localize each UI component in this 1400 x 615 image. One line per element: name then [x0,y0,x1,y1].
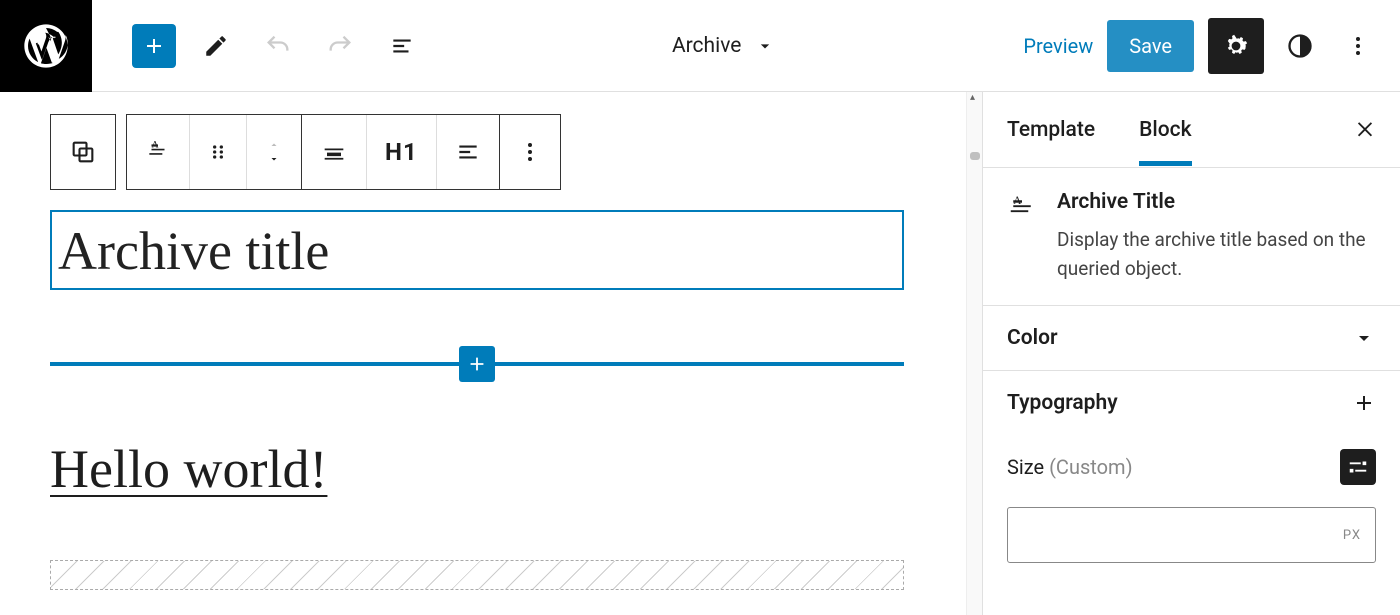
overlap-squares-icon [69,138,97,166]
close-icon [1354,117,1376,139]
more-menu-button[interactable] [1336,24,1380,68]
plus-icon [466,353,488,375]
plus-icon [1352,391,1376,415]
settings-sidebar: Template Block A Archive Title Display t… [982,92,1400,615]
redo-icon [326,32,354,60]
size-custom-input[interactable]: PX [1007,507,1376,563]
preview-button[interactable]: Preview [1023,34,1093,58]
drag-handle-icon [208,142,228,162]
undo-icon [264,32,292,60]
top-toolbar: Archive Preview Save [0,0,1400,92]
chevron-down-icon [265,153,283,165]
add-block-button[interactable] [132,24,176,68]
block-inserter-line[interactable] [50,362,904,366]
block-type-button[interactable]: A [127,115,189,189]
wordpress-icon [20,20,72,72]
panel-typography[interactable]: Typography [983,371,1400,435]
archive-title-icon: A [1007,194,1037,224]
editor-canvas[interactable]: A H1 Archi [0,92,966,615]
save-button[interactable]: Save [1107,20,1194,72]
toolbar-left [132,24,424,68]
block-toolbar: A H1 [50,114,916,190]
svg-text:A: A [152,140,159,151]
list-view-button[interactable] [380,24,424,68]
undo-button[interactable] [256,24,300,68]
block-toolbar-group-parent [50,114,116,190]
gear-icon [1221,31,1251,61]
ellipsis-vertical-icon [518,140,542,164]
panel-typography-title: Typography [1007,391,1118,415]
archive-title-block[interactable]: Archive title [50,210,904,290]
empty-block-placeholder[interactable] [50,560,904,590]
size-control-row: Size (Custom) [983,435,1400,497]
inline-inserter-button[interactable] [459,346,495,382]
styles-button[interactable] [1278,24,1322,68]
chevron-down-icon [1352,326,1376,350]
block-more-button[interactable] [499,115,560,189]
align-icon [320,138,348,166]
block-name: Archive Title [1057,190,1376,214]
list-icon [389,33,415,59]
toolbar-right: Preview Save [1023,18,1380,74]
post-title-link[interactable]: Hello world! [50,438,916,500]
chevron-up-icon [265,139,283,151]
svg-text:A: A [1013,195,1022,207]
sidebar-tabs: Template Block [983,92,1400,168]
panel-color[interactable]: Color [983,306,1400,371]
canvas-scrollbar[interactable] [966,92,982,615]
tab-block[interactable]: Block [1139,94,1191,166]
plus-icon [142,34,166,58]
template-selector[interactable]: Archive [424,34,1023,58]
drag-handle[interactable] [189,115,246,189]
close-sidebar-button[interactable] [1354,117,1376,143]
sliders-icon [1347,456,1369,478]
heading-level-button[interactable]: H1 [366,115,436,189]
size-label: Size (Custom) [1007,455,1133,479]
settings-button[interactable] [1208,18,1264,74]
select-parent-button[interactable] [51,115,115,189]
align-button[interactable] [301,115,366,189]
redo-button[interactable] [318,24,362,68]
align-left-icon [455,139,481,165]
ellipsis-vertical-icon [1346,34,1370,58]
block-toolbar-group-main: A H1 [126,114,561,190]
main-area: A H1 Archi [0,92,1400,615]
chevron-down-icon [755,36,775,56]
archive-title-icon: A [145,139,171,165]
pencil-icon [203,33,229,59]
block-description: Display the archive title based on the q… [1057,226,1376,283]
tab-template[interactable]: Template [1007,94,1095,166]
edit-mode-button[interactable] [194,24,238,68]
template-name: Archive [672,34,741,58]
contrast-icon [1286,32,1314,60]
panel-color-title: Color [1007,326,1058,350]
size-presets-button[interactable] [1340,449,1376,485]
wordpress-logo[interactable] [0,0,92,92]
block-card: A Archive Title Display the archive titl… [983,168,1400,306]
text-align-button[interactable] [436,115,499,189]
size-unit: PX [1343,528,1361,543]
block-movers[interactable] [246,115,301,189]
